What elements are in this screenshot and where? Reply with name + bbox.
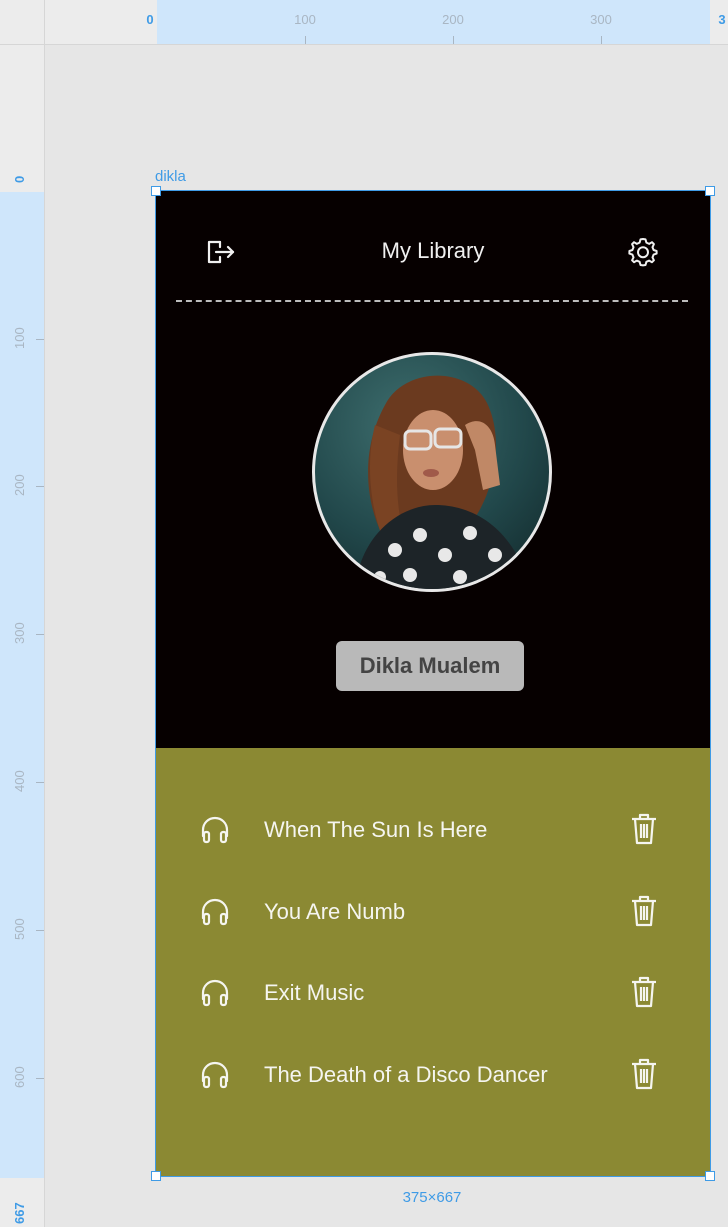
left-ruler: 0 100 200 300 400 500 600 667 [0, 44, 45, 1227]
list-item[interactable]: Exit Music [156, 962, 710, 1022]
ruler-left-label: 0 [12, 175, 27, 183]
headphones-icon [201, 816, 229, 844]
avatar[interactable] [312, 352, 552, 592]
trash-icon[interactable] [631, 976, 657, 1008]
ruler-top-label: 0 [146, 12, 154, 27]
trash-icon[interactable] [631, 895, 657, 927]
resize-handle-top-left[interactable] [151, 186, 161, 196]
ruler-tick [36, 634, 44, 635]
ruler-left-label: 300 [12, 622, 27, 644]
profile-section: My Library Dikla Mualem [156, 191, 710, 748]
resize-handle-bottom-right[interactable] [705, 1171, 715, 1181]
ruler-tick [36, 930, 44, 931]
headphones-icon [201, 1061, 229, 1089]
ruler-left-label: 100 [12, 327, 27, 349]
trash-icon[interactable] [631, 1058, 657, 1090]
ruler-tick [453, 36, 454, 44]
headphones-icon [201, 898, 229, 926]
resize-handle-bottom-left[interactable] [151, 1171, 161, 1181]
ruler-tick [36, 339, 44, 340]
resize-handle-top-right[interactable] [705, 186, 715, 196]
ruler-top-label: 3 [718, 12, 726, 27]
list-item[interactable]: When The Sun Is Here [156, 799, 710, 859]
ruler-left-label: 667 [12, 1202, 27, 1224]
ruler-top-label: 300 [590, 12, 612, 27]
ruler-tick [36, 782, 44, 783]
page-title: My Library [381, 238, 485, 263]
avatar-photo [355, 375, 530, 589]
ruler-left-label: 500 [12, 918, 27, 940]
ruler-tick [601, 36, 602, 44]
ruler-top-label: 100 [294, 12, 316, 27]
track-title: Exit Music [264, 980, 365, 1005]
top-ruler-highlight [157, 0, 710, 44]
track-list: When The Sun Is Here You Are Numb Exit M… [156, 748, 710, 1176]
frame-size-label: 375×667 [402, 1189, 462, 1206]
frame-name-label[interactable]: dikla [155, 168, 186, 185]
list-item[interactable]: The Death of a Disco Dancer [156, 1044, 710, 1104]
list-item[interactable]: You Are Numb [156, 881, 710, 941]
ruler-tick [36, 486, 44, 487]
artboard-frame[interactable]: My Library Dikla Mualem When The Sun Is … [155, 190, 711, 1177]
ruler-left-label: 600 [12, 1066, 27, 1088]
app-header: My Library [156, 191, 710, 301]
ruler-top-label: 200 [442, 12, 464, 27]
track-title: The Death of a Disco Dancer [264, 1062, 548, 1087]
track-title: When The Sun Is Here [264, 817, 488, 842]
ruler-left-label: 400 [12, 770, 27, 792]
trash-icon[interactable] [631, 813, 657, 845]
headphones-icon [201, 979, 229, 1007]
header-divider [176, 300, 688, 302]
ruler-tick [305, 36, 306, 44]
top-ruler: 0 100 200 300 3 [0, 0, 728, 45]
ruler-left-label: 200 [12, 474, 27, 496]
ruler-tick [36, 1078, 44, 1079]
profile-name-label: Dikla Mualem [336, 641, 524, 691]
ruler-corner [0, 0, 45, 45]
gear-icon[interactable] [628, 237, 658, 267]
track-title: You Are Numb [264, 899, 406, 924]
